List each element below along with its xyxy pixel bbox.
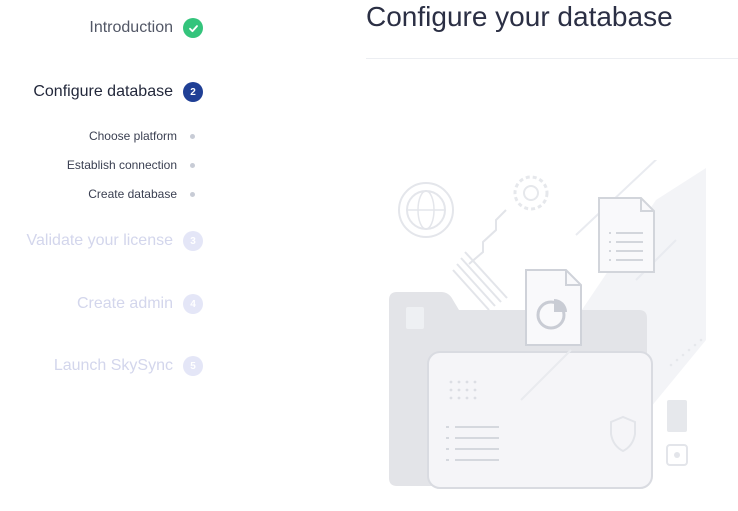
substep-choose-platform[interactable]: Choose platform <box>89 129 195 143</box>
step-label: Configure database <box>33 83 173 100</box>
step-label: Create admin <box>76 295 173 312</box>
substep-dot-icon <box>190 133 195 139</box>
step-number-badge: 4 <box>183 294 203 314</box>
page-title: Configure your database <box>366 1 673 32</box>
substep-label: Create database <box>88 187 177 201</box>
step-validate-license[interactable]: Validate your license 3 <box>27 231 203 251</box>
step-launch-skysync[interactable]: Launch SkySync 5 <box>54 356 203 376</box>
check-icon <box>183 18 203 38</box>
step-configure-database[interactable]: Configure database 2 <box>33 82 203 102</box>
step-label: Introduction <box>89 19 173 36</box>
step-introduction[interactable]: Introduction <box>89 18 203 38</box>
substep-label: Choose platform <box>88 129 177 143</box>
substep-dot-icon <box>190 162 195 168</box>
substep-create-database[interactable]: Create database <box>88 187 195 201</box>
step-number-badge: 5 <box>183 356 203 376</box>
step-create-admin[interactable]: Create admin 4 <box>77 294 203 314</box>
step-label: Launch SkySync <box>53 357 173 374</box>
step-label: Validate your license <box>26 232 173 249</box>
setup-steps-sidebar: Introduction Configure database 2 Choose… <box>0 0 215 511</box>
main-content: Configure your database <box>366 0 738 511</box>
step-number-badge: 3 <box>183 231 203 251</box>
database-folder-illustration <box>389 160 706 489</box>
step-number-badge: 2 <box>183 82 203 102</box>
substep-dot-icon <box>190 191 195 197</box>
title-divider <box>366 58 738 59</box>
substep-establish-connection[interactable]: Establish connection <box>67 158 195 172</box>
substep-label: Establish connection <box>66 158 177 172</box>
